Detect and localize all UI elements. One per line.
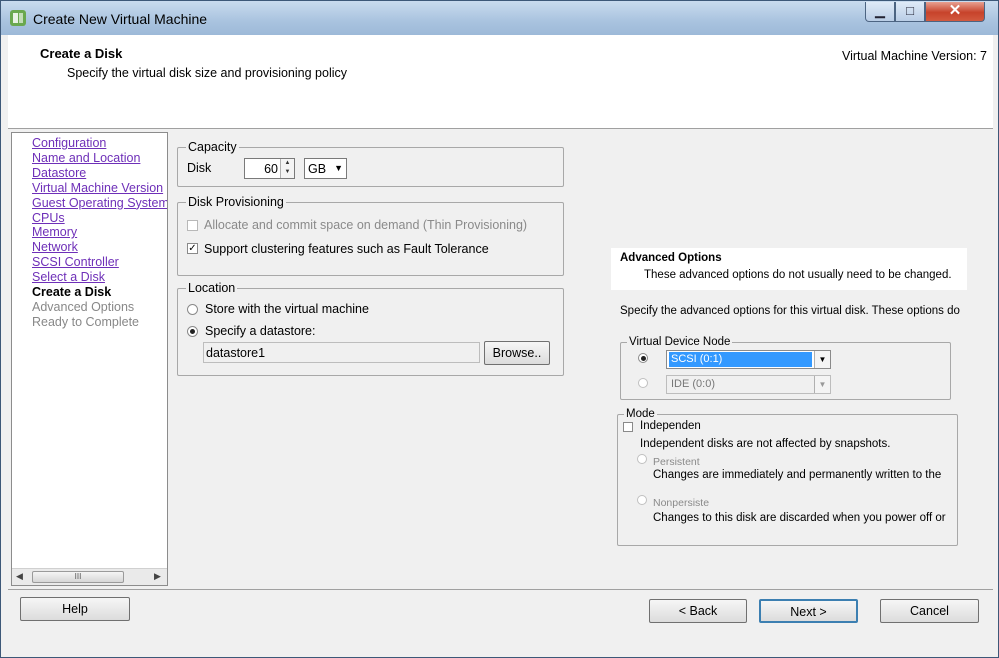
page-title: Create a Disk [40,46,123,61]
thin-provisioning-label: Allocate and commit space on demand (Thi… [204,218,528,232]
scsi-node-value: SCSI (0:1) [669,352,812,367]
store-with-vm-label: Store with the virtual machine [205,302,369,316]
fault-tolerance-label: Support clustering features such as Faul… [204,242,489,256]
advanced-options-title: Advanced Options [620,252,722,264]
chevron-down-icon: ▼ [334,163,343,173]
fault-tolerance-checkbox[interactable]: ✓ [187,243,198,254]
advanced-options-subtitle: These advanced options do not usually ne… [644,269,952,281]
disk-size-spinner[interactable]: 60 ▲ ▼ [244,158,295,179]
nonpersistent-radio[interactable] [637,495,647,505]
persistent-radio[interactable] [637,454,647,464]
ide-node-radio[interactable] [638,378,648,388]
scroll-right-icon[interactable]: ▶ [154,571,161,582]
capacity-group: Capacity [177,140,564,187]
wizard-step-network[interactable]: Network [32,240,78,254]
window-title: Create New Virtual Machine [33,11,208,27]
disk-unit-value: GB [308,162,327,176]
specify-datastore-label: Specify a datastore: [205,324,316,338]
scsi-node-select[interactable]: SCSI (0:1) ▼ [666,350,831,369]
datastore-value: datastore1 [206,346,266,360]
wizard-window: Create New Virtual Machine ▁ □ ✕ Create … [0,0,999,658]
location-legend: Location [186,281,238,295]
store-with-vm-radio[interactable] [187,304,198,315]
minimize-button[interactable]: ▁ [865,2,895,22]
back-button[interactable]: < Back [649,599,747,623]
scroll-left-icon[interactable]: ◀ [16,571,23,582]
wizard-step-memory[interactable]: Memory [32,225,77,239]
ide-node-value: IDE (0:0) [671,378,716,390]
nonpersistent-description: Changes to this disk are discarded when … [653,512,946,524]
datastore-field[interactable]: datastore1 [203,342,480,363]
wizard-step-cpus[interactable]: CPUs [32,211,65,225]
browse-button[interactable]: Browse.. [484,341,550,365]
persistent-description: Changes are immediately and permanently … [653,469,942,481]
chevron-down-icon: ▼ [814,376,830,393]
thin-provisioning-checkbox[interactable] [187,220,198,231]
persistent-label: Persistent [653,456,700,468]
vsphere-app-icon [10,10,26,26]
vm-version-label: Virtual Machine Version: 7 [842,49,987,63]
cancel-button[interactable]: Cancel [880,599,979,623]
page-subtitle: Specify the virtual disk size and provis… [67,66,347,80]
wizard-steps-panel: Configuration Name and Location Datastore V… [11,132,168,586]
advanced-options-header: Advanced Options These advanced options … [611,248,967,290]
wizard-step-advanced-options: Advanced Options [32,299,135,314]
maximize-button[interactable]: □ [895,2,925,22]
footer-divider [8,589,993,590]
independent-description: Independent disks are not affected by sn… [640,438,891,450]
disk-unit-select[interactable]: GB ▼ [304,158,347,179]
wizard-step-select-a-disk[interactable]: Select a Disk [32,270,105,284]
wizard-step-create-a-disk: Create a Disk [32,285,112,299]
wizard-step-ready-to-complete: Ready to Complete [32,314,140,329]
wizard-step-name-and-location[interactable]: Name and Location [32,151,140,165]
chevron-down-icon: ▼ [814,351,830,368]
help-button[interactable]: Help [20,597,130,621]
mode-legend: Mode [624,408,657,420]
scsi-node-radio[interactable] [638,353,648,363]
advanced-options-description: Specify the advanced options for this vi… [620,305,960,317]
scrollbar-thumb[interactable]: III [32,571,124,583]
wizard-step-configuration[interactable]: Configuration [32,136,106,150]
disk-provisioning-legend: Disk Provisioning [186,195,286,209]
next-button[interactable]: Next > [759,599,858,623]
wizard-step-guest-operating-system[interactable]: Guest Operating System [32,196,167,210]
independent-label: Independen [640,420,701,432]
nav-horizontal-scrollbar[interactable]: ◀ III ▶ [12,568,167,585]
close-button[interactable]: ✕ [925,2,985,22]
title-bar: Create New Virtual Machine ▁ □ ✕ [1,1,998,35]
wizard-step-datastore[interactable]: Datastore [32,166,86,180]
wizard-header: Create a Disk Specify the virtual disk s… [8,35,993,129]
specify-datastore-radio[interactable] [187,326,198,337]
independent-checkbox[interactable] [623,422,633,432]
wizard-step-scsi-controller[interactable]: SCSI Controller [32,255,119,269]
spinner-arrows-icon[interactable]: ▲ ▼ [280,159,294,178]
nonpersistent-label: Nonpersiste [653,497,710,509]
ide-node-select[interactable]: IDE (0:0) ▼ [666,375,831,394]
disk-size-value: 60 [264,162,278,176]
disk-provisioning-group: Disk Provisioning [177,195,564,276]
capacity-legend: Capacity [186,140,239,154]
virtual-device-node-legend: Virtual Device Node [627,336,733,348]
disk-size-label: Disk [187,161,212,175]
wizard-step-virtual-machine-version[interactable]: Virtual Machine Version [32,181,163,195]
